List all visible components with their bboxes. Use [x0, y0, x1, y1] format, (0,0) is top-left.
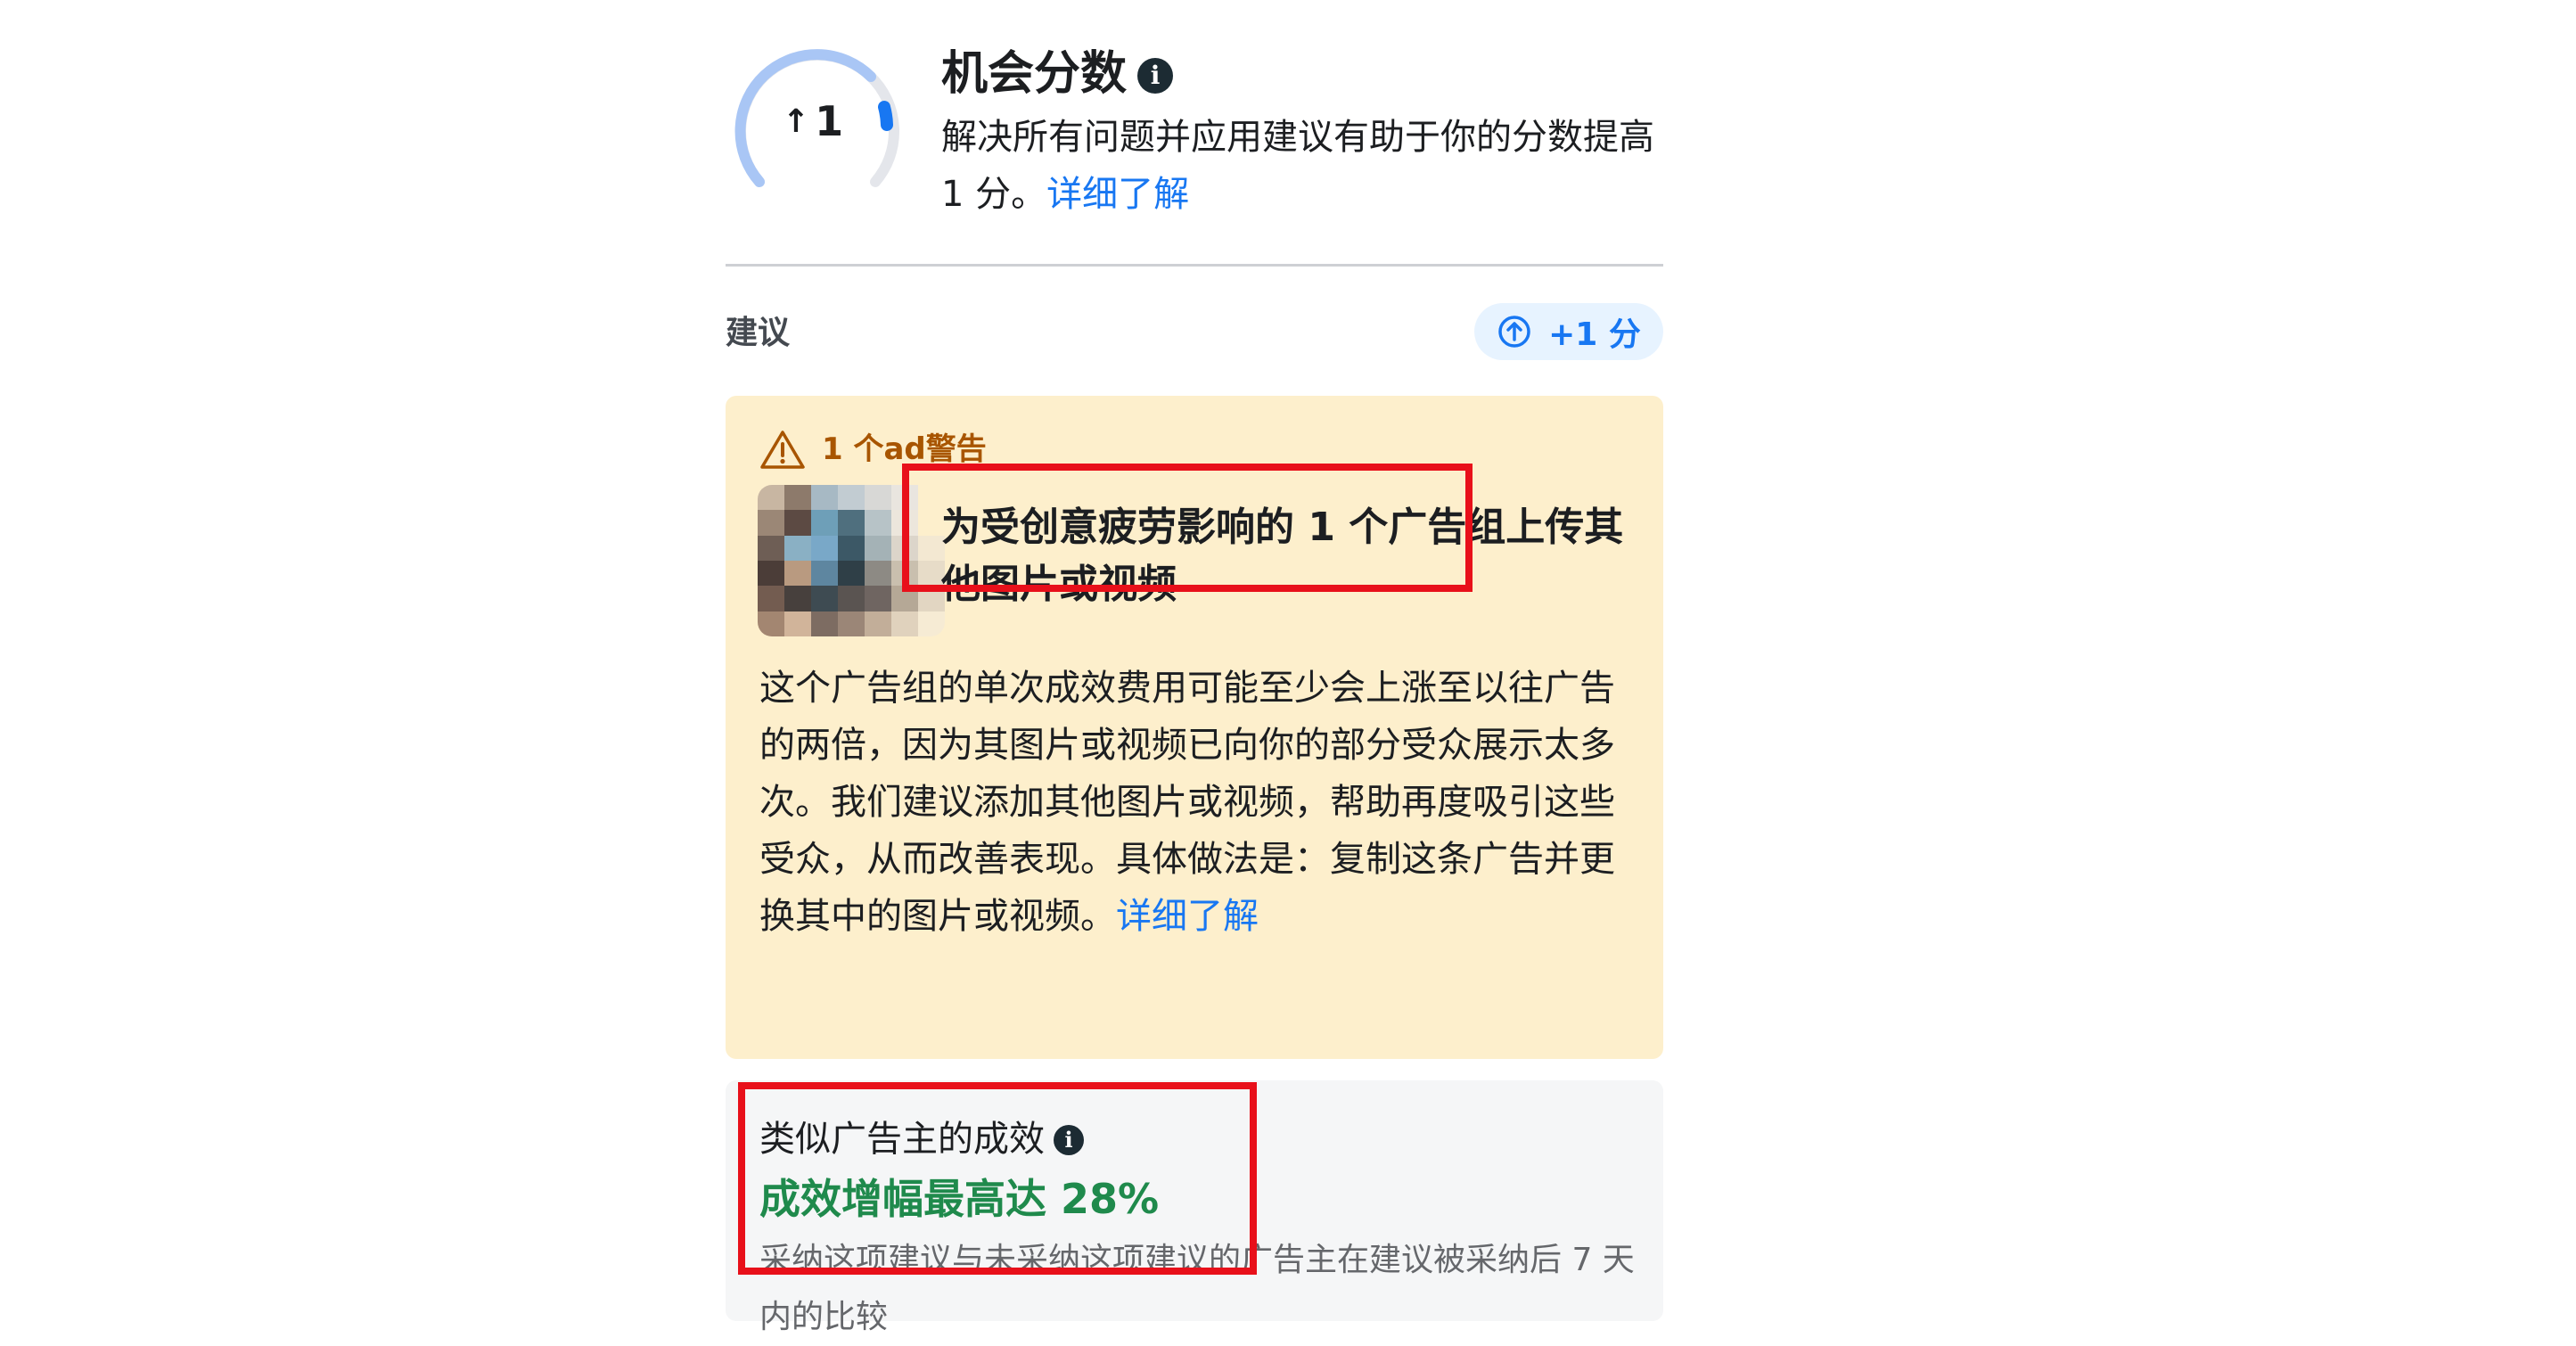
score-description: 解决所有问题并应用建议有助于你的分数提高 1 分。详细了解 [941, 109, 1654, 223]
suggestions-label: 建议 [726, 315, 791, 351]
opportunity-score-panel: ↑ 1 机会分数 i 解决所有问题并应用建议有助于你的分数提高 1 分。详细了解 建… [726, 0, 1663, 1335]
gauge-value: ↑ 1 [733, 96, 893, 147]
warning-learn-more-link[interactable]: 详细了解 [1116, 896, 1259, 937]
annotation-highlight-box [902, 464, 1473, 592]
divider [726, 264, 1663, 267]
points-badge: +1 分 [1474, 303, 1663, 360]
score-gauge: ↑ 1 [733, 46, 902, 198]
page-title: 机会分数 i [941, 45, 1174, 103]
points-badge-text: +1 分 [1548, 316, 1641, 353]
arrow-up-icon: ↑ [782, 103, 810, 140]
annotation-highlight-box [738, 1082, 1257, 1275]
info-icon[interactable]: i [1137, 58, 1174, 94]
learn-more-link[interactable]: 详细了解 [1046, 174, 1189, 215]
gauge-number: 1 [815, 97, 844, 145]
warning-body: 这个广告组的单次成效费用可能至少会上涨至以往广告的两倍，因为其图片或视频已向你的… [759, 660, 1633, 945]
score-title-text: 机会分数 [941, 47, 1128, 101]
warning-triangle-icon [760, 431, 805, 469]
circle-arrow-up-icon [1498, 316, 1530, 348]
